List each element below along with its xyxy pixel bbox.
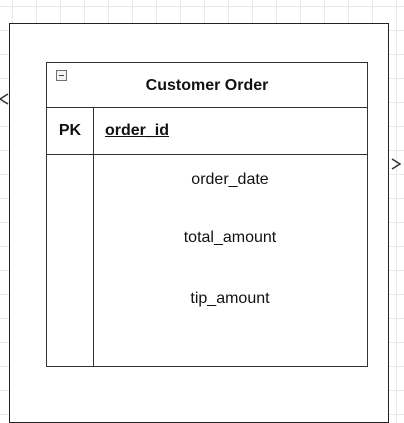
- attribute-field[interactable]: tip_amount: [93, 290, 367, 308]
- entity-title[interactable]: Customer Order: [47, 77, 367, 95]
- relationship-connector-right[interactable]: [390, 158, 402, 170]
- entity-header: Customer Order: [47, 63, 367, 108]
- relationship-connector-left[interactable]: [0, 93, 10, 105]
- primary-key-label: PK: [58, 122, 82, 139]
- primary-key-row[interactable]: PK order_id: [47, 108, 367, 155]
- attribute-field[interactable]: order_date: [93, 171, 367, 189]
- primary-key-field[interactable]: order_id: [105, 122, 169, 140]
- minus-icon: [59, 75, 64, 76]
- entity-table[interactable]: Customer Order PK order_id order_date to…: [46, 62, 368, 367]
- attribute-field[interactable]: total_amount: [93, 229, 367, 247]
